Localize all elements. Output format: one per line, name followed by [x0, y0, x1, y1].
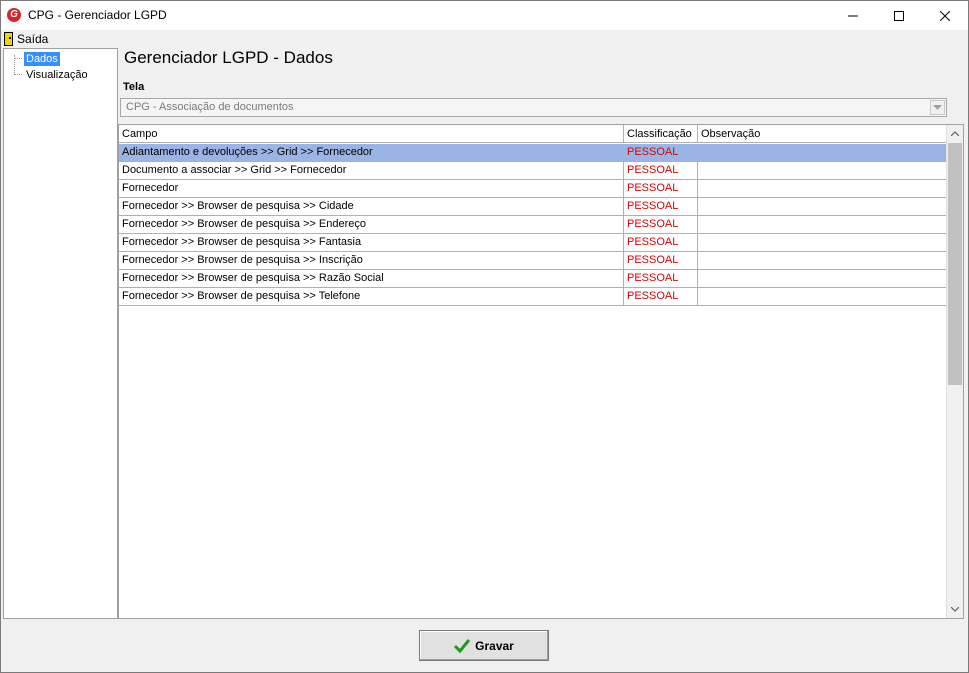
minimize-button[interactable]: [830, 1, 876, 30]
table-row[interactable]: Documento a associar >> Grid >> Forneced…: [119, 162, 947, 180]
save-button[interactable]: Gravar: [419, 630, 549, 661]
cell-observacao[interactable]: [698, 216, 947, 233]
column-header-observacao[interactable]: Observação: [698, 125, 947, 143]
column-header-campo[interactable]: Campo: [119, 125, 624, 143]
cell-classificacao: PESSOAL: [624, 180, 698, 197]
table-row[interactable]: Fornecedor PESSOAL: [119, 180, 947, 198]
window-title: CPG - Gerenciador LGPD: [28, 8, 167, 22]
chevron-down-icon: [933, 105, 942, 110]
cell-campo: Fornecedor: [119, 180, 624, 197]
menu-exit[interactable]: Saída: [4, 30, 48, 47]
main-window: G CPG - Gerenciador LGPD Saída Dados Vis…: [0, 0, 969, 673]
dropdown-button[interactable]: [930, 100, 945, 115]
minimize-icon: [848, 15, 858, 16]
cell-observacao[interactable]: [698, 144, 947, 161]
cell-campo: Fornecedor >> Browser de pesquisa >> Ins…: [119, 252, 624, 269]
scrollbar-thumb[interactable]: [948, 143, 962, 385]
table-row[interactable]: Adiantamento e devoluções >> Grid >> For…: [119, 144, 947, 162]
fields-grid: Campo Classificação Observação Adiantame…: [118, 124, 964, 619]
cell-campo: Adiantamento e devoluções >> Grid >> For…: [119, 144, 624, 161]
menu-exit-label: Saída: [17, 31, 49, 46]
tela-label: Tela: [123, 81, 145, 93]
tree-connector: [14, 58, 22, 59]
cell-classificacao: PESSOAL: [624, 162, 698, 179]
tree-item-dados[interactable]: Dados: [24, 52, 60, 66]
save-button-label: Gravar: [475, 638, 514, 653]
cell-campo: Fornecedor >> Browser de pesquisa >> Fan…: [119, 234, 624, 251]
cell-classificacao: PESSOAL: [624, 252, 698, 269]
table-row[interactable]: Fornecedor >> Browser de pesquisa >> End…: [119, 216, 947, 234]
title-bar[interactable]: G CPG - Gerenciador LGPD: [1, 1, 968, 30]
app-logo-icon: G: [7, 8, 21, 22]
table-row[interactable]: Fornecedor >> Browser de pesquisa >> Fan…: [119, 234, 947, 252]
cell-classificacao: PESSOAL: [624, 288, 698, 305]
cell-classificacao: PESSOAL: [624, 216, 698, 233]
navigation-tree: Dados Visualização: [3, 48, 118, 619]
maximize-icon: [894, 10, 904, 21]
cell-observacao[interactable]: [698, 252, 947, 269]
cell-observacao[interactable]: [698, 162, 947, 179]
cell-observacao[interactable]: [698, 270, 947, 287]
cell-campo: Fornecedor >> Browser de pesquisa >> End…: [119, 216, 624, 233]
checkmark-icon: [454, 638, 471, 653]
table-row[interactable]: Fornecedor >> Browser de pesquisa >> Tel…: [119, 288, 947, 306]
close-icon: [940, 10, 950, 21]
menu-bar: Saída: [1, 30, 968, 47]
column-header-classificacao[interactable]: Classificação: [624, 125, 698, 143]
table-row[interactable]: Fornecedor >> Browser de pesquisa >> Raz…: [119, 270, 947, 288]
exit-door-icon: [4, 31, 13, 46]
cell-observacao[interactable]: [698, 234, 947, 251]
chevron-down-icon: [951, 607, 959, 612]
cell-classificacao: PESSOAL: [624, 198, 698, 215]
close-button[interactable]: [922, 1, 968, 30]
cell-classificacao: PESSOAL: [624, 270, 698, 287]
cell-classificacao: PESSOAL: [624, 234, 698, 251]
page-title: Gerenciador LGPD - Dados: [124, 48, 333, 67]
table-row[interactable]: Fornecedor >> Browser de pesquisa >> Ins…: [119, 252, 947, 270]
cell-observacao[interactable]: [698, 198, 947, 215]
cell-classificacao: PESSOAL: [624, 144, 698, 161]
tela-select-value: CPG - Associação de documentos: [126, 101, 294, 113]
tree-connector: [14, 74, 22, 75]
tela-select[interactable]: CPG - Associação de documentos: [120, 98, 947, 117]
cell-campo: Fornecedor >> Browser de pesquisa >> Tel…: [119, 288, 624, 305]
grid-header: Campo Classificação Observação: [119, 125, 947, 143]
vertical-scrollbar[interactable]: [946, 125, 963, 618]
table-row[interactable]: Fornecedor >> Browser de pesquisa >> Cid…: [119, 198, 947, 216]
tree-item-visualizacao[interactable]: Visualização: [24, 68, 90, 82]
cell-campo: Fornecedor >> Browser de pesquisa >> Cid…: [119, 198, 624, 215]
scroll-up-button[interactable]: [947, 125, 963, 142]
maximize-button[interactable]: [876, 1, 922, 30]
chevron-up-icon: [951, 131, 959, 136]
cell-observacao[interactable]: [698, 288, 947, 305]
cell-campo: Fornecedor >> Browser de pesquisa >> Raz…: [119, 270, 624, 287]
cell-campo: Documento a associar >> Grid >> Forneced…: [119, 162, 624, 179]
cell-observacao[interactable]: [698, 180, 947, 197]
scroll-down-button[interactable]: [947, 601, 963, 618]
